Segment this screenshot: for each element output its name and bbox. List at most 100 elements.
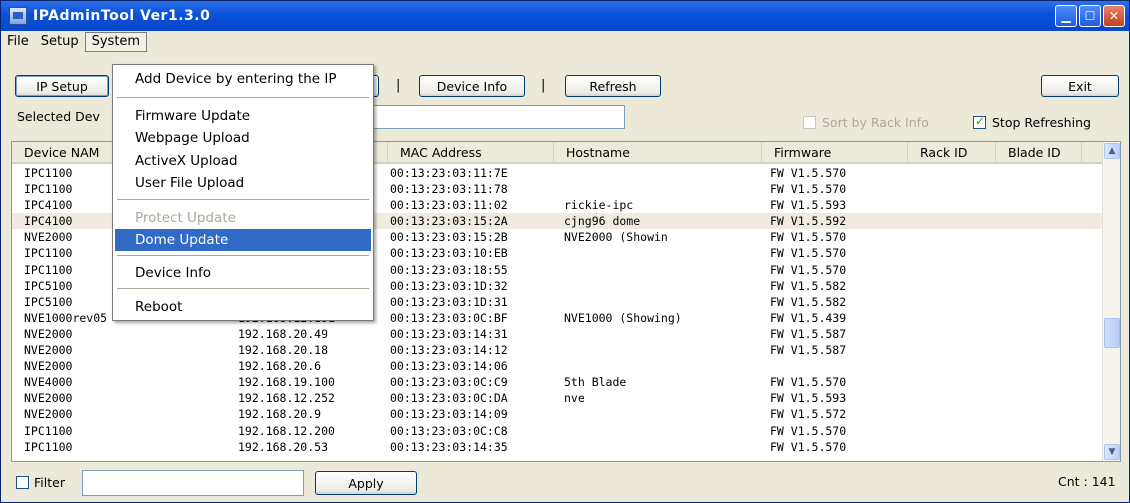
selected-device-label: Selected Dev [17, 109, 100, 124]
cell-mac: 00:13:23:03:0C:DA [390, 391, 508, 406]
ip-setup-button[interactable]: IP Setup [15, 75, 109, 97]
cell-mac: 00:13:23:03:11:78 [390, 182, 508, 197]
cell-mac: 00:13:23:03:11:7E [390, 166, 508, 180]
exit-button[interactable]: Exit [1041, 75, 1119, 97]
vertical-scrollbar[interactable]: ▲ ▼ [1102, 142, 1120, 461]
menu-add-device-by-ip[interactable]: Add Device by entering the IP [115, 68, 371, 90]
column-rack-id[interactable]: Rack ID [908, 142, 996, 163]
cell-firmware: FW V1.5.593 [770, 198, 847, 213]
cell-ip: 192.168.20.9 [238, 407, 322, 422]
sort-by-rack-checkbox[interactable] [803, 116, 816, 129]
stop-refreshing-label: Stop Refreshing [992, 115, 1091, 130]
menu-user-file-upload[interactable]: User File Upload [115, 172, 371, 194]
menu-device-info[interactable]: Device Info [115, 262, 371, 284]
menu-dome-update[interactable]: Dome Update [115, 229, 371, 251]
table-row[interactable]: NVE2000 192.168.20.18 00:13:23:03:14:12 FW … [12, 342, 1102, 358]
scroll-down-icon[interactable]: ▼ [1104, 444, 1120, 460]
cell-mac: 00:13:23:03:15:2B [390, 230, 508, 245]
cell-ip: 192.168.20.18 [238, 343, 329, 358]
table-row[interactable]: NVE2000 192.168.20.9 00:13:23:03:14:09 FW V… [12, 406, 1102, 422]
cell-firmware: FW V1.5.570 [770, 439, 847, 454]
menu-webpage-upload[interactable]: Webpage Upload [115, 127, 371, 149]
menu-setup[interactable]: Setup [35, 32, 85, 52]
cell-hostname: cjng96 dome [564, 214, 641, 229]
cell-mac: 00:13:23:03:0C:C9 [390, 375, 508, 390]
cell-firmware: FW V1.5.570 [770, 423, 847, 438]
table-row[interactable]: NVE2000 192.168.12.252 00:13:23:03:0C:DA nv… [12, 390, 1102, 406]
title-bar[interactable]: IPAdminTool Ver1.3.0 ▁ ☐ ✕ [1, 1, 1129, 31]
menu-firmware-update[interactable]: Firmware Update [115, 105, 371, 127]
cell-device: NVE2000 [24, 326, 73, 341]
cell-firmware: FW V1.5.582 [770, 294, 847, 309]
cell-mac: 00:13:23:03:14:12 [390, 343, 508, 358]
close-button[interactable]: ✕ [1103, 5, 1125, 27]
checkmark-icon: ✓ [975, 114, 986, 128]
menu-separator [117, 255, 369, 256]
column-hostname[interactable]: Hostname [554, 142, 762, 163]
cell-mac: 00:13:23:03:1D:32 [390, 278, 508, 293]
cell-firmware: FW V1.5.572 [770, 407, 847, 422]
menu-reboot[interactable]: Reboot [115, 296, 371, 318]
cell-ip: 192.168.12.200 [238, 423, 335, 438]
menu-bar: File Setup System [1, 31, 1129, 53]
minimize-button[interactable]: ▁ [1055, 5, 1077, 27]
table-row[interactable]: IPC1100 192.168.20.53 00:13:23:03:14:35 FW … [12, 439, 1102, 455]
menu-file[interactable]: File [1, 32, 35, 52]
filter-label: Filter [34, 475, 65, 490]
device-info-button[interactable]: Device Info [419, 75, 525, 97]
table-row[interactable]: IPC1100 192.168.12.200 00:13:23:03:0C:C8 FW… [12, 423, 1102, 439]
cell-ip: 192.168.12.252 [238, 391, 335, 406]
cell-device: IPC1100 [24, 423, 73, 438]
cell-mac: 00:13:23:03:0C:BF [390, 310, 508, 325]
column-mac-address[interactable]: MAC Address [388, 142, 554, 163]
cell-mac: 00:13:23:03:14:35 [390, 439, 508, 454]
scroll-up-icon[interactable]: ▲ [1104, 143, 1120, 159]
refresh-button[interactable]: Refresh [565, 75, 661, 97]
cell-firmware: FW V1.5.570 [770, 166, 847, 180]
cell-ip: 192.168.20.53 [238, 439, 329, 454]
scroll-thumb[interactable] [1104, 318, 1120, 348]
cell-mac: 00:13:23:03:1D:31 [390, 294, 508, 309]
cell-firmware: FW V1.5.570 [770, 246, 847, 261]
cell-hostname: nve [564, 391, 585, 406]
cell-device: NVE4000 [24, 375, 73, 390]
menu-system[interactable]: System [84, 32, 148, 52]
cell-firmware: FW V1.5.582 [770, 278, 847, 293]
filter-input[interactable] [82, 470, 304, 496]
cell-firmware: FW V1.5.570 [770, 375, 847, 390]
window-controls: ▁ ☐ ✕ [1055, 5, 1125, 27]
cell-firmware: FW V1.5.593 [770, 391, 847, 406]
column-blade-id[interactable]: Blade ID [996, 142, 1082, 163]
apply-button[interactable]: Apply [315, 471, 417, 495]
cell-mac: 00:13:23:03:18:55 [390, 262, 508, 277]
cell-firmware: FW V1.5.570 [770, 262, 847, 277]
table-row[interactable]: NVE2000 192.168.20.49 00:13:23:03:14:31 FW … [12, 326, 1102, 342]
column-firmware[interactable]: Firmware [762, 142, 908, 163]
table-row[interactable]: NVE4000 192.168.19.100 00:13:23:03:0C:C9 5t… [12, 374, 1102, 390]
cell-mac: 00:13:23:03:10:EB [390, 246, 508, 261]
selected-device-field[interactable] [371, 105, 625, 129]
app-icon [9, 7, 27, 25]
menu-activex-upload[interactable]: ActiveX Upload [115, 150, 371, 172]
toolbar-separator: | [541, 78, 546, 93]
cell-firmware: FW V1.5.587 [770, 343, 847, 358]
filter-checkbox[interactable] [16, 476, 29, 489]
menu-separator [117, 199, 369, 200]
cell-device: NVE2000 [24, 359, 73, 374]
cell-firmware: FW V1.5.592 [770, 214, 847, 229]
cell-firmware: FW V1.5.439 [770, 310, 847, 325]
sort-by-rack-label: Sort by Rack Info [822, 115, 929, 130]
cell-mac: 00:13:23:03:11:02 [390, 198, 508, 213]
cell-firmware: FW V1.5.587 [770, 326, 847, 341]
menu-separator [117, 288, 369, 289]
cell-hostname: NVE1000 (Showing) [564, 310, 682, 325]
system-menu-dropdown: Add Device by entering the IP Firmware Up… [112, 64, 374, 321]
stop-refreshing-checkbox[interactable]: ✓ [973, 114, 986, 129]
table-row[interactable]: NVE2000 192.168.20.6 00:13:23:03:14:06 [12, 358, 1102, 374]
app-window: IPAdminTool Ver1.3.0 ▁ ☐ ✕ File Setup Sy… [0, 0, 1130, 503]
cell-firmware: FW V1.5.570 [770, 182, 847, 197]
maximize-button[interactable]: ☐ [1079, 5, 1101, 27]
device-count: Cnt : 141 [1058, 474, 1116, 489]
cell-device: NVE2000 [24, 407, 73, 422]
cell-ip: 192.168.19.100 [238, 375, 335, 390]
